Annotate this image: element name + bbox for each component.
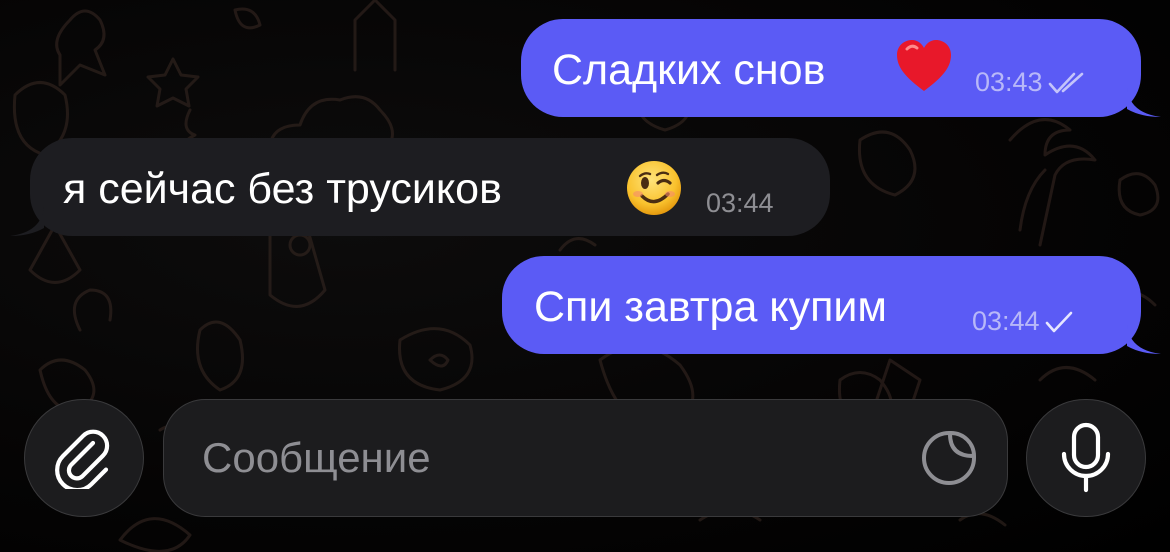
message-outgoing[interactable]: Сладких снов 03:43 xyxy=(521,19,1161,117)
message-text: Спи завтра купим xyxy=(534,283,887,331)
message-meta: 03:44 xyxy=(706,190,774,217)
voice-record-button[interactable] xyxy=(1026,399,1146,517)
heart-emoji-icon xyxy=(895,39,953,101)
message-text: Сладких снов xyxy=(552,46,826,94)
bubble-tail xyxy=(1127,87,1161,117)
attach-button[interactable] xyxy=(24,399,144,517)
message-input[interactable] xyxy=(202,434,892,482)
chat-screen: Сладких снов 03:43 я сейчас без трусиков xyxy=(0,0,1170,552)
message-incoming[interactable]: я сейчас без трусиков 03:44 xyxy=(10,138,830,236)
paperclip-icon xyxy=(55,429,110,489)
sticker-button[interactable] xyxy=(919,428,979,488)
message-input-container[interactable] xyxy=(163,399,1008,517)
message-meta: 03:44 xyxy=(972,308,1074,335)
check-icon xyxy=(1045,311,1072,332)
message-meta: 03:43 xyxy=(975,69,1087,96)
bubble-tail xyxy=(10,206,44,236)
microphone-icon xyxy=(1061,422,1111,493)
sticker-icon xyxy=(922,431,976,485)
message-text: я сейчас без трусиков xyxy=(63,165,502,213)
winking-face-emoji-icon xyxy=(626,160,682,224)
message-time: 03:43 xyxy=(975,67,1043,97)
message-outgoing[interactable]: Спи завтра купим 03:44 xyxy=(502,256,1161,354)
bubble-tail xyxy=(1127,324,1161,354)
message-time: 03:44 xyxy=(706,188,774,218)
message-time: 03:44 xyxy=(972,306,1040,336)
double-check-icon xyxy=(1048,72,1083,93)
